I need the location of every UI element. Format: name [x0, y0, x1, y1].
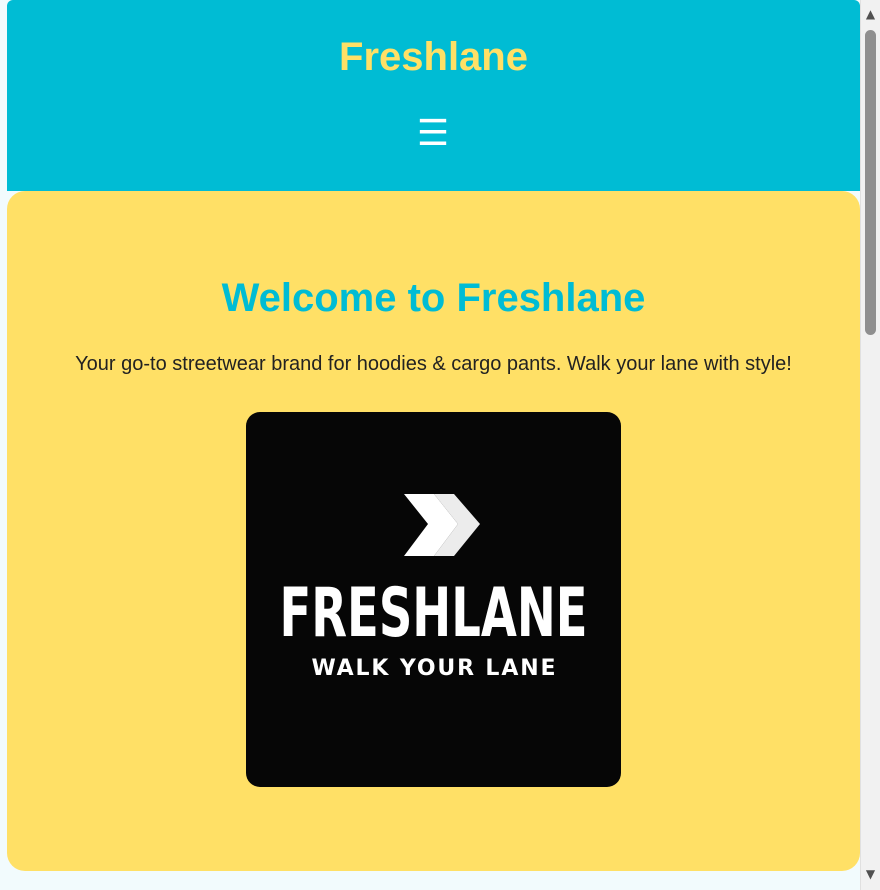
- logo-slogan: WALK YOUR LANE: [312, 656, 556, 681]
- site-header: Freshlane ☰: [7, 0, 860, 191]
- brand-logo-graphic: FRESHLANE WALK YOUR LANE: [280, 494, 588, 681]
- site-title[interactable]: Freshlane: [7, 34, 860, 80]
- browser-viewport: Freshlane ☰ Welcome to Freshlane Your go…: [0, 0, 880, 890]
- double-chevron-icon: [404, 494, 480, 556]
- hero-tagline: Your go-to streetwear brand for hoodies …: [75, 353, 792, 375]
- scroll-down-arrow-icon[interactable]: ▼: [861, 866, 880, 883]
- scrollbar-thumb[interactable]: [865, 30, 876, 335]
- vertical-scrollbar[interactable]: ▲ ▼: [860, 0, 880, 890]
- scroll-up-arrow-icon[interactable]: ▲: [861, 6, 880, 23]
- page: Freshlane ☰ Welcome to Freshlane Your go…: [7, 0, 860, 890]
- hamburger-menu-icon[interactable]: ☰: [413, 112, 453, 156]
- hero-heading: Welcome to Freshlane: [221, 276, 646, 320]
- brand-logo-image: FRESHLANE WALK YOUR LANE: [246, 412, 621, 787]
- logo-wordmark: FRESHLANE: [280, 574, 588, 653]
